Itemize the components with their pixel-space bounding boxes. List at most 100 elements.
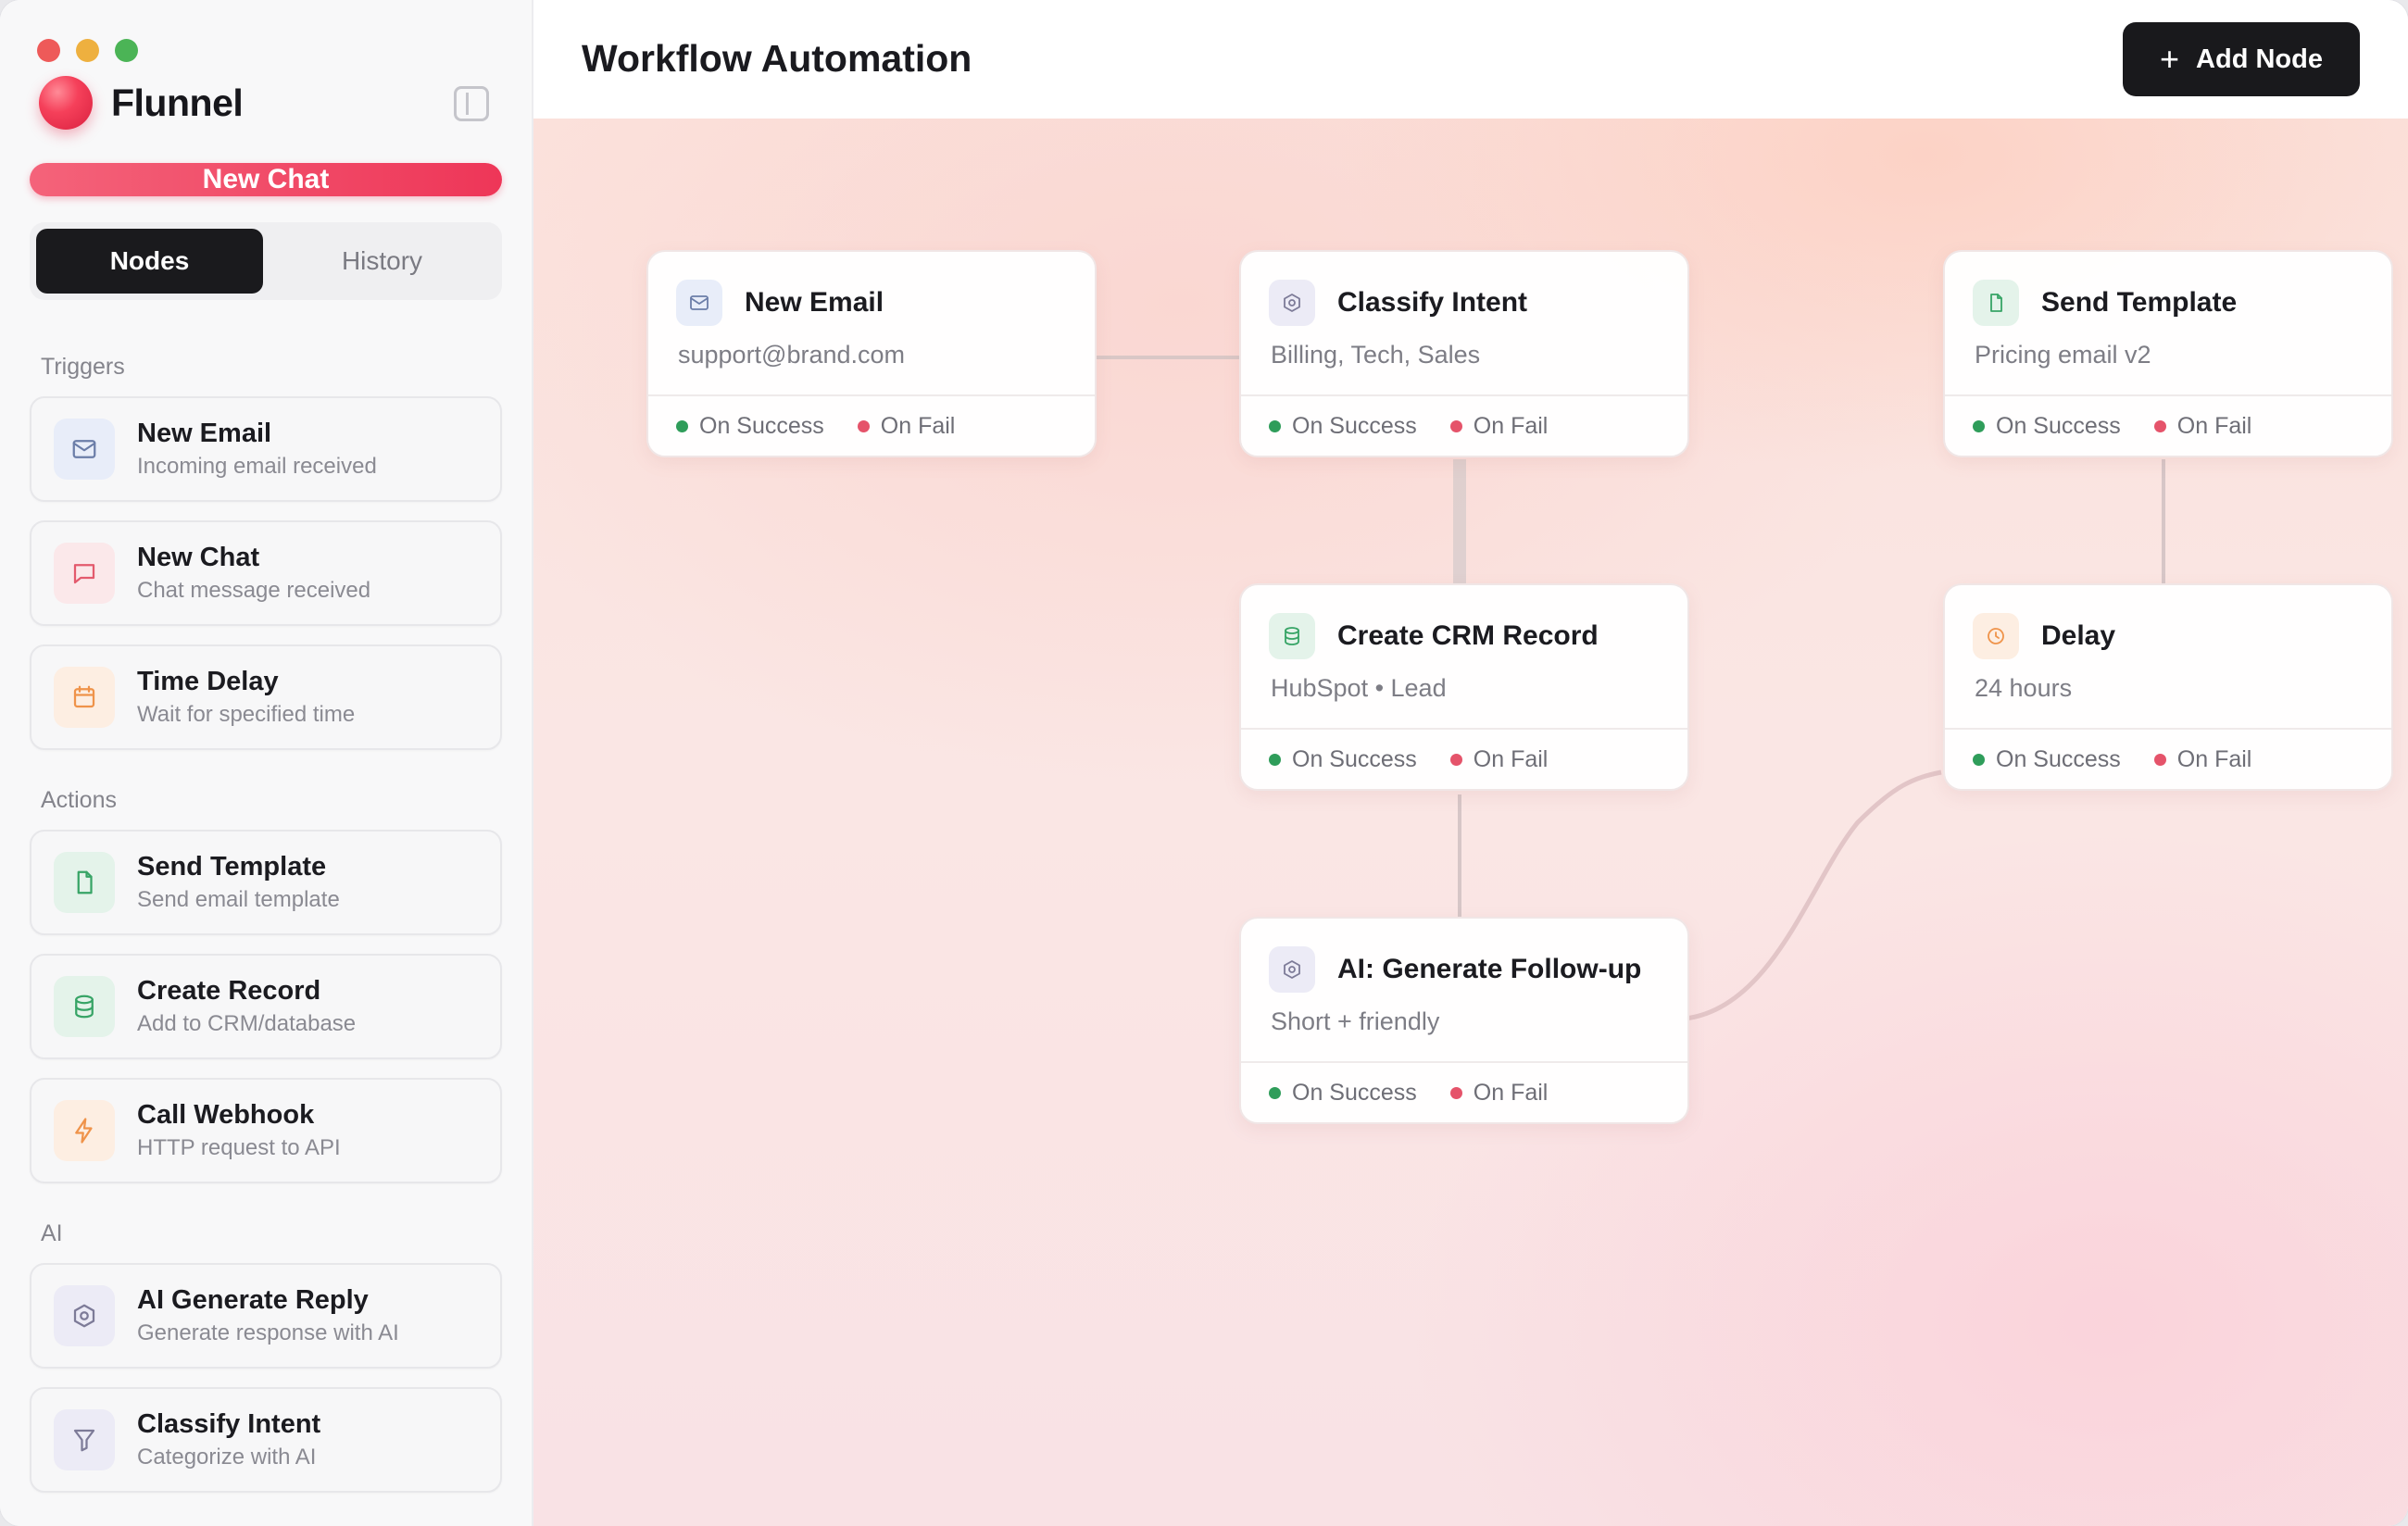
tab-nodes[interactable]: Nodes <box>36 229 263 294</box>
node-subtitle: Short + friendly <box>1271 1007 1440 1035</box>
node-title: New Email <box>745 287 884 318</box>
port-on-success[interactable]: On Success <box>676 413 824 440</box>
fail-dot-icon <box>857 419 870 432</box>
success-dot-icon <box>1973 753 1985 766</box>
port-on-fail[interactable]: On Fail <box>2153 745 2252 773</box>
window-controls <box>37 39 138 62</box>
palette-item-title: New Email <box>137 419 272 448</box>
sidebar-tabs: Nodes History <box>30 222 502 300</box>
node-ports: On Success On Fail <box>1241 728 1687 789</box>
port-label: On Fail <box>1473 745 1549 772</box>
port-on-success[interactable]: On Success <box>1973 413 2121 440</box>
palette-item-time-delay[interactable]: Time Delay Wait for specified time <box>30 644 502 750</box>
palette-item-call-webhook[interactable]: Call Webhook HTTP request to API <box>30 1078 502 1183</box>
palette-item-subtitle: Wait for specified time <box>137 702 356 727</box>
workflow-node-delay[interactable]: Delay 24 hours On Success On Fail <box>1943 583 2393 791</box>
success-dot-icon <box>1973 419 1985 432</box>
edge-ai-followup-to-delay <box>1685 769 1942 1021</box>
node-subtitle: HubSpot • Lead <box>1271 674 1447 702</box>
palette-item-title: AI Generate Reply <box>137 1285 369 1315</box>
workflow-node-classify-intent[interactable]: Classify Intent Billing, Tech, Sales On … <box>1239 250 1689 457</box>
close-window-button[interactable] <box>37 39 60 62</box>
workflow-canvas[interactable]: New Email support@brand.com On Success O… <box>533 119 2408 1526</box>
database-icon <box>1269 613 1315 659</box>
port-label: On Fail <box>1473 1079 1549 1106</box>
node-ports: On Success On Fail <box>1241 1061 1687 1122</box>
node-ports: On Success On Fail <box>1945 394 2391 456</box>
node-title: AI: Generate Follow-up <box>1337 954 1642 984</box>
fail-dot-icon <box>2153 753 2166 766</box>
workflow-node-new-email[interactable]: New Email support@brand.com On Success O… <box>646 250 1097 457</box>
palette-item-title: Call Webhook <box>137 1100 315 1130</box>
tab-history[interactable]: History <box>269 229 495 294</box>
mail-icon <box>54 419 115 480</box>
port-label: On Fail <box>2176 745 2252 772</box>
maximize-window-button[interactable] <box>115 39 138 62</box>
file-icon <box>1973 280 2019 326</box>
node-ports: On Success On Fail <box>1241 394 1687 456</box>
sidebar: Flunnel New Chat Nodes History Triggers … <box>0 0 533 1526</box>
node-ports: On Success On Fail <box>1945 728 2391 789</box>
palette-item-send-template[interactable]: Send Template Send email template <box>30 830 502 935</box>
node-subtitle: 24 hours <box>1975 674 2073 702</box>
plus-icon: + <box>2160 40 2180 78</box>
palette-item-title: Time Delay <box>137 667 279 696</box>
palette-item-title: Classify Intent <box>137 1409 321 1439</box>
port-label: On Success <box>1292 412 1417 439</box>
port-on-success[interactable]: On Success <box>1269 413 1417 440</box>
port-on-fail[interactable]: On Fail <box>1449 1079 1549 1107</box>
palette-item-subtitle: Send email template <box>137 887 340 912</box>
port-label: On Fail <box>880 412 956 439</box>
clock-icon <box>1973 613 2019 659</box>
fail-dot-icon <box>1449 1086 1462 1099</box>
port-on-fail[interactable]: On Fail <box>2153 412 2252 440</box>
sidebar-toggle-icon[interactable] <box>454 86 489 121</box>
brand-logo <box>39 76 93 130</box>
palette-item-new-chat[interactable]: New Chat Chat message received <box>30 520 502 626</box>
success-dot-icon <box>1269 753 1281 766</box>
port-on-success[interactable]: On Success <box>1973 746 2121 773</box>
palette-item-classify-intent[interactable]: Classify Intent Categorize with AI <box>30 1387 502 1493</box>
palette-item-subtitle: Incoming email received <box>137 454 377 479</box>
minimize-window-button[interactable] <box>76 39 99 62</box>
port-on-fail[interactable]: On Fail <box>1449 412 1549 440</box>
port-on-success[interactable]: On Success <box>1269 1080 1417 1107</box>
section-label-ai: AI <box>41 1220 63 1246</box>
node-subtitle: support@brand.com <box>678 341 906 369</box>
port-on-success[interactable]: On Success <box>1269 746 1417 773</box>
workflow-node-ai-generate-follow-up[interactable]: AI: Generate Follow-up Short + friendly … <box>1239 917 1689 1124</box>
node-title: Send Template <box>2041 287 2238 318</box>
port-label: On Fail <box>1473 412 1549 439</box>
add-node-label: Add Node <box>2196 44 2323 74</box>
port-label: On Success <box>1996 412 2121 439</box>
port-label: On Success <box>1292 1079 1417 1106</box>
node-subtitle: Pricing email v2 <box>1975 341 2151 369</box>
palette-item-new-email[interactable]: New Email Incoming email received <box>30 396 502 502</box>
mail-icon <box>676 280 722 326</box>
port-on-fail[interactable]: On Fail <box>857 412 956 440</box>
workflow-node-create-crm-record[interactable]: Create CRM Record HubSpot • Lead On Succ… <box>1239 583 1689 791</box>
calendar-icon <box>54 667 115 728</box>
node-subtitle: Billing, Tech, Sales <box>1271 341 1481 369</box>
palette-item-subtitle: HTTP request to API <box>137 1135 341 1160</box>
palette-item-ai-generate-reply[interactable]: AI Generate Reply Generate response with… <box>30 1263 502 1369</box>
success-dot-icon <box>1269 419 1281 432</box>
database-icon <box>54 976 115 1037</box>
port-label: On Fail <box>2176 412 2252 439</box>
fail-dot-icon <box>1449 753 1462 766</box>
palette-item-title: Create Record <box>137 976 321 1006</box>
palette-item-subtitle: Categorize with AI <box>137 1445 317 1470</box>
palette-item-create-record[interactable]: Create Record Add to CRM/database <box>30 954 502 1059</box>
port-label: On Success <box>1996 745 2121 772</box>
new-chat-button[interactable]: New Chat <box>30 163 502 196</box>
workflow-node-send-template[interactable]: Send Template Pricing email v2 On Succes… <box>1943 250 2393 457</box>
add-node-button[interactable]: + Add Node <box>2123 22 2360 96</box>
palette-item-subtitle: Chat message received <box>137 578 371 603</box>
port-on-fail[interactable]: On Fail <box>1449 745 1549 773</box>
app-window: Flunnel New Chat Nodes History Triggers … <box>0 0 2408 1526</box>
main-area: Workflow Automation + Add Node New Email… <box>533 0 2408 1526</box>
palette-item-title: New Chat <box>137 543 260 572</box>
chat-icon <box>54 543 115 604</box>
file-icon <box>54 852 115 913</box>
node-title: Delay <box>2041 620 2116 651</box>
